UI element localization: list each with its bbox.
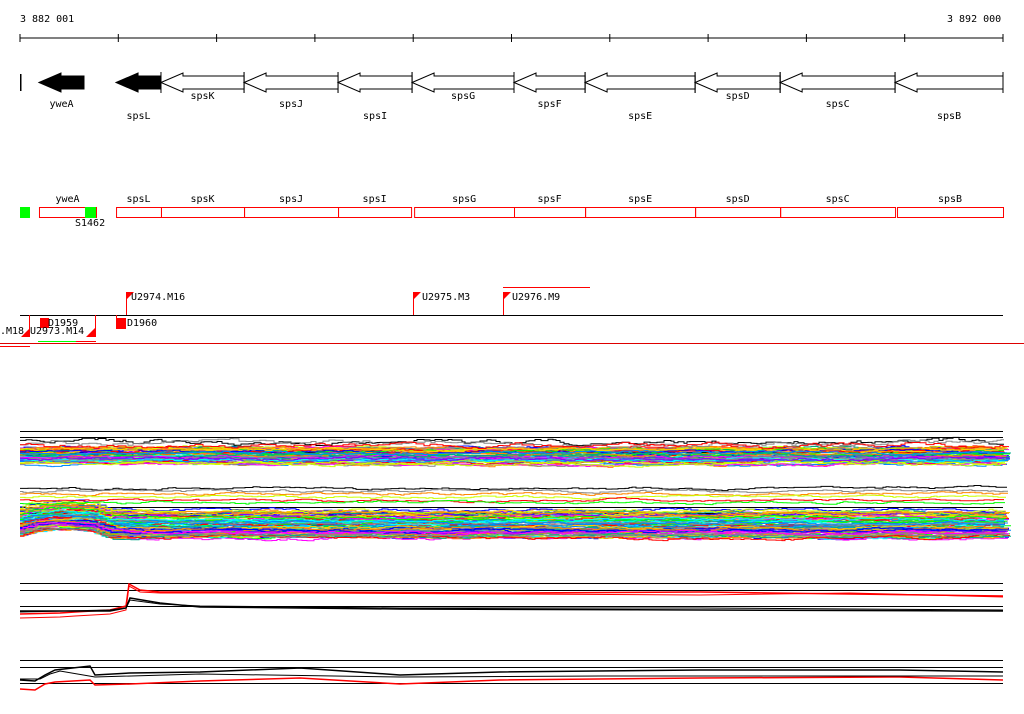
d1960-marker: [116, 318, 126, 329]
gene-label-yweA[interactable]: yweA: [49, 99, 73, 110]
transcript-label-spsB[interactable]: spsB: [938, 194, 962, 205]
gene-arrow-spsD[interactable]: [693, 72, 781, 93]
gene-arrow-spsE[interactable]: [583, 72, 696, 93]
transcript-label-spsI[interactable]: spsI: [363, 194, 387, 205]
gene-label-spsI[interactable]: spsI: [363, 111, 387, 122]
expression-profile: [19, 665, 1004, 682]
transcript-label-spsK[interactable]: spsK: [191, 194, 215, 205]
gene-label-spsC[interactable]: spsC: [826, 99, 850, 110]
transcript-label-spsJ[interactable]: spsJ: [279, 194, 303, 205]
annotation-u2976[interactable]: U2976.M9: [512, 292, 560, 303]
transcript-label-spsD[interactable]: spsD: [726, 194, 750, 205]
gene-arrow-spsG[interactable]: [410, 72, 515, 93]
gene-arrow-spsL[interactable]: [114, 72, 162, 93]
transcript-label-yweA[interactable]: yweA: [55, 194, 79, 205]
annotation-m18[interactable]: .M18: [0, 326, 24, 337]
transcript-box-spsJ[interactable]: [244, 207, 340, 218]
genome-browser-canvas: [0, 34, 1024, 691]
site-label: S1462: [75, 218, 106, 229]
transcript-label-spsG[interactable]: spsG: [452, 194, 476, 205]
ruler-start-label: 3 882 001: [20, 14, 75, 25]
annotation-u2974[interactable]: U2974.M16: [131, 292, 185, 303]
gene-arrow-spsJ[interactable]: [242, 72, 339, 93]
site-marker: [85, 207, 96, 218]
transcript-box-spsF[interactable]: [514, 207, 587, 218]
gene-label-spsL[interactable]: spsL: [127, 111, 151, 122]
gene-label-spsE[interactable]: spsE: [628, 111, 652, 122]
transcript-label-spsF[interactable]: spsF: [538, 194, 562, 205]
annotation-d1960[interactable]: D1960: [127, 318, 157, 329]
flag-icon: [503, 292, 511, 300]
site-marker: [20, 207, 30, 218]
ruler-end-label: 3 892 000: [947, 14, 1002, 25]
gene-arrow-yweA[interactable]: [37, 72, 85, 93]
transcript-label-spsL[interactable]: spsL: [127, 194, 151, 205]
transcript-box-spsK[interactable]: [160, 207, 246, 218]
transcript-box-spsL[interactable]: [116, 207, 162, 218]
transcript-label-spsE[interactable]: spsE: [628, 194, 652, 205]
gene-label-spsF[interactable]: spsF: [538, 99, 562, 110]
gene-label-spsJ[interactable]: spsJ: [279, 99, 303, 110]
gene-partial: [20, 74, 22, 91]
flag-icon: [86, 327, 96, 337]
gene-arrow-spsC[interactable]: [778, 72, 896, 93]
transcript-box-spsE[interactable]: [585, 207, 697, 218]
transcript-box-spsB[interactable]: [897, 207, 1004, 218]
annotation-u2975[interactable]: U2975.M3: [422, 292, 470, 303]
transcript-box-spsI[interactable]: [338, 207, 413, 218]
flag-icon: [413, 292, 421, 300]
transcript-box-spsD[interactable]: [695, 207, 782, 218]
gene-arrow-spsK[interactable]: [159, 72, 245, 93]
gene-arrow-spsF[interactable]: [512, 72, 586, 93]
gene-arrow-spsI[interactable]: [336, 72, 413, 93]
transcript-box-spsG[interactable]: [414, 207, 516, 218]
gene-label-spsK[interactable]: spsK: [191, 91, 215, 102]
gene-arrow-spsB[interactable]: [893, 72, 1004, 93]
gene-label-spsD[interactable]: spsD: [726, 91, 750, 102]
expression-profile: [20, 494, 1006, 500]
gene-label-spsG[interactable]: spsG: [451, 91, 475, 102]
annotation-u2973[interactable]: U2973.M14: [30, 326, 84, 337]
gene-label-spsB[interactable]: spsB: [937, 111, 961, 122]
transcript-label-spsC[interactable]: spsC: [826, 194, 850, 205]
transcript-box-spsC[interactable]: [780, 207, 897, 218]
